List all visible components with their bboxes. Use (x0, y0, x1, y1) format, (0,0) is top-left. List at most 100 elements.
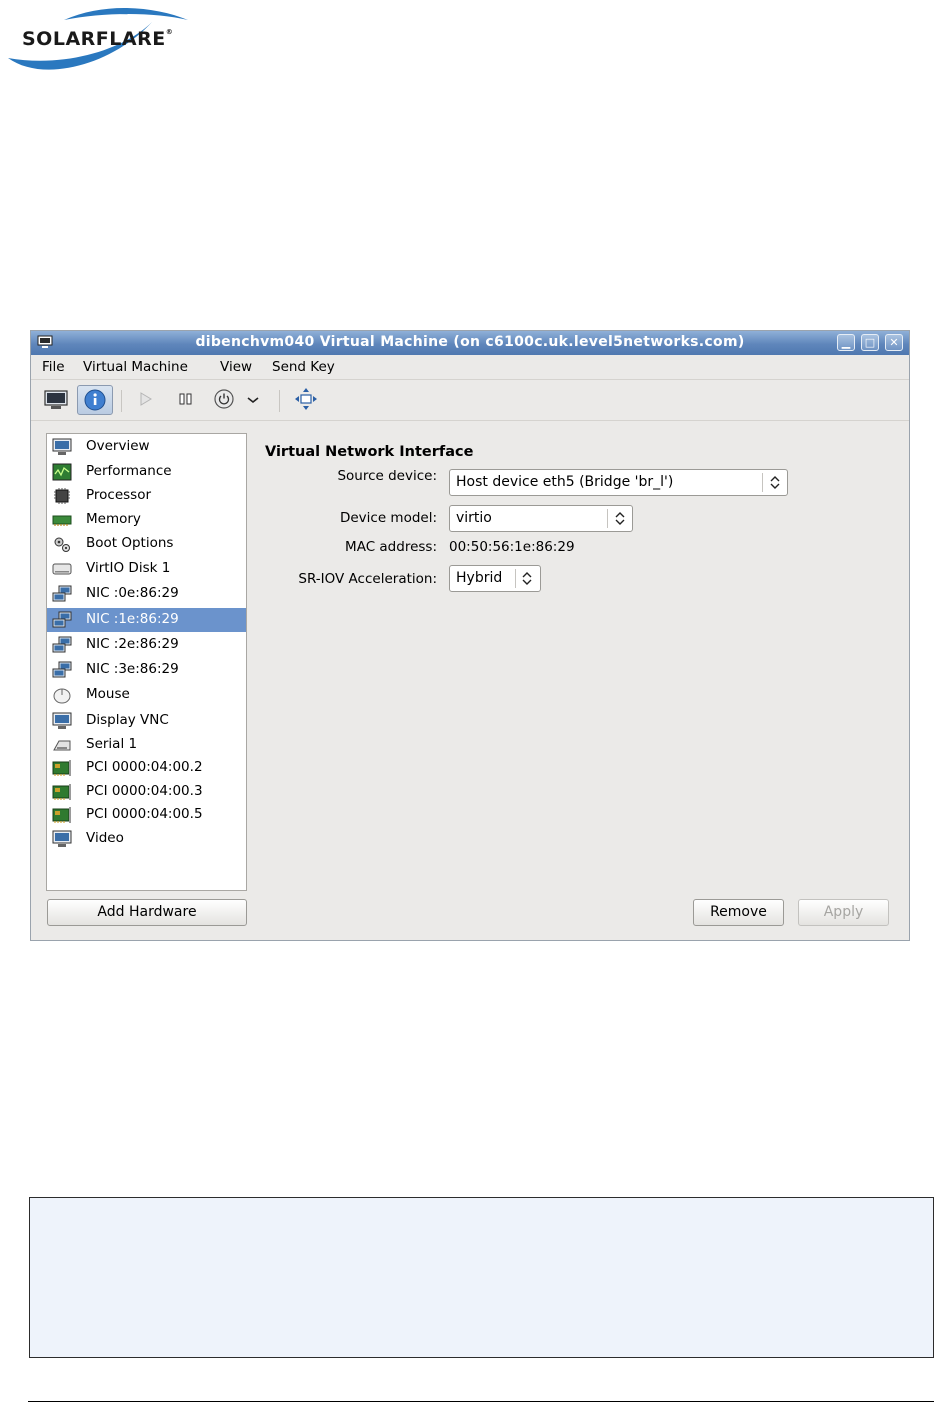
hardware-item-label: Memory (86, 511, 141, 527)
hardware-list[interactable]: Overview Performance Processor Memory Boot O… (46, 433, 247, 891)
combo-separator (515, 569, 516, 588)
pci-card-icon (52, 784, 71, 800)
vm-details-window: dibenchvm040 Virtual Machine (on c6100c.… (30, 330, 910, 941)
mac-address-label: MAC address: (345, 539, 437, 555)
run-button[interactable] (129, 385, 165, 415)
sriov-value: Hybrid (456, 570, 503, 586)
menu-view[interactable]: View (220, 359, 252, 375)
device-model-value: virtio (456, 510, 492, 526)
console-button[interactable] (39, 385, 75, 415)
hardware-item-label: Display VNC (86, 712, 169, 728)
logo-text: SOLARFLARE® (22, 28, 174, 50)
menubar: File Virtual Machine View Send Key (31, 355, 909, 380)
hardware-list-item[interactable]: PCI 0000:04:00.2 (47, 756, 246, 780)
run-icon (140, 392, 152, 406)
combo-separator (607, 509, 608, 528)
monitor-icon (52, 712, 72, 729)
pci-card-icon (52, 760, 71, 776)
hardware-list-item[interactable]: Overview (47, 435, 246, 459)
hardware-list-item[interactable]: PCI 0000:04:00.3 (47, 780, 246, 804)
device-model-label: Device model: (339, 510, 437, 526)
hardware-item-label: NIC :2e:86:29 (86, 636, 179, 652)
window-title: dibenchvm040 Virtual Machine (on c6100c.… (195, 334, 745, 350)
updown-arrow-icon (770, 476, 780, 489)
hardware-list-item[interactable]: Video (47, 827, 246, 851)
updown-arrow-icon (522, 572, 532, 585)
hardware-item-label: PCI 0000:04:00.3 (86, 783, 203, 799)
power-icon (214, 389, 234, 409)
close-button[interactable]: ✕ (885, 334, 903, 351)
remove-button[interactable]: Remove (693, 899, 784, 926)
hardware-item-label: VirtIO Disk 1 (86, 560, 171, 576)
menu-virtual-machine[interactable]: Virtual Machine (83, 359, 188, 375)
hardware-item-label: Video (86, 830, 124, 846)
memory-icon (52, 515, 72, 526)
hardware-list-item[interactable]: NIC :3e:86:29 (47, 658, 246, 682)
device-model-combo[interactable]: virtio (449, 505, 633, 532)
mac-address-value: 00:50:56:1e:86:29 (449, 539, 575, 555)
hardware-list-item[interactable]: Performance (47, 460, 246, 484)
apply-button[interactable]: Apply (798, 899, 889, 926)
menu-send-key[interactable]: Send Key (272, 359, 335, 375)
maximize-button[interactable]: □ (861, 334, 879, 351)
hardware-list-item[interactable]: Memory (47, 508, 246, 532)
hardware-list-item[interactable]: PCI 0000:04:00.5 (47, 803, 246, 827)
hardware-list-item[interactable]: Display VNC (47, 709, 246, 733)
fullscreen-icon (295, 388, 317, 410)
chevron-down-icon (247, 397, 259, 404)
network-icon (52, 661, 72, 678)
toolbar-separator (279, 390, 280, 412)
updown-arrow-icon (615, 512, 625, 525)
toolbar (31, 380, 909, 421)
hardware-list-item[interactable]: VirtIO Disk 1 (47, 557, 246, 581)
pause-button[interactable] (169, 385, 205, 415)
sriov-combo[interactable]: Hybrid (449, 565, 541, 592)
network-icon (52, 636, 72, 653)
hardware-list-item[interactable]: NIC :0e:86:29 (47, 582, 246, 606)
hardware-list-item[interactable]: Mouse (47, 683, 246, 707)
hardware-item-label: Serial 1 (86, 736, 138, 752)
hardware-list-item[interactable]: NIC :1e:86:29 (47, 608, 246, 632)
hardware-item-label: Overview (86, 438, 150, 454)
details-button[interactable] (77, 385, 113, 415)
hardware-item-label: Performance (86, 463, 172, 479)
maximize-icon: □ (864, 336, 876, 349)
hardware-item-label: Mouse (86, 686, 130, 702)
combo-separator (762, 473, 763, 492)
pci-card-icon (52, 807, 71, 823)
hardware-list-item[interactable]: Boot Options (47, 532, 246, 556)
info-icon (84, 389, 106, 411)
pause-icon (179, 393, 192, 405)
sriov-label: SR-IOV Acceleration: (298, 571, 437, 587)
hardware-item-label: NIC :1e:86:29 (86, 611, 179, 627)
footer-rule (28, 1401, 934, 1402)
solarflare-logo: SOLARFLARE® (4, 4, 194, 74)
minimize-button[interactable]: ▁ (837, 334, 855, 351)
hardware-list-item[interactable]: Processor (47, 484, 246, 508)
monitor-icon (52, 830, 72, 847)
network-icon (52, 585, 72, 602)
minimize-icon: ▁ (841, 336, 851, 349)
window-titlebar[interactable]: dibenchvm040 Virtual Machine (on c6100c.… (31, 331, 909, 355)
hardware-item-label: Boot Options (86, 535, 174, 551)
serial-icon (53, 740, 71, 751)
note-box (29, 1197, 934, 1358)
shutdown-button[interactable] (207, 385, 243, 415)
add-hardware-button[interactable]: Add Hardware (47, 899, 247, 926)
menu-file[interactable]: File (42, 359, 65, 375)
gears-icon (54, 537, 70, 552)
hardware-list-item[interactable]: NIC :2e:86:29 (47, 633, 246, 657)
hardware-item-label: Processor (86, 487, 152, 503)
source-device-label: Source device: (337, 468, 437, 484)
console-icon (44, 390, 68, 409)
shutdown-menu-button[interactable] (243, 385, 263, 415)
performance-icon (52, 463, 72, 481)
source-device-combo[interactable]: Host device eth5 (Bridge 'br_l') (449, 469, 788, 496)
disk-icon (52, 563, 72, 575)
source-device-value: Host device eth5 (Bridge 'br_l') (456, 474, 674, 490)
toolbar-separator (121, 390, 122, 412)
hardware-list-item[interactable]: Serial 1 (47, 733, 246, 757)
close-icon: ✕ (889, 336, 899, 349)
monitor-icon (52, 438, 72, 455)
fullscreen-button[interactable] (289, 385, 325, 415)
